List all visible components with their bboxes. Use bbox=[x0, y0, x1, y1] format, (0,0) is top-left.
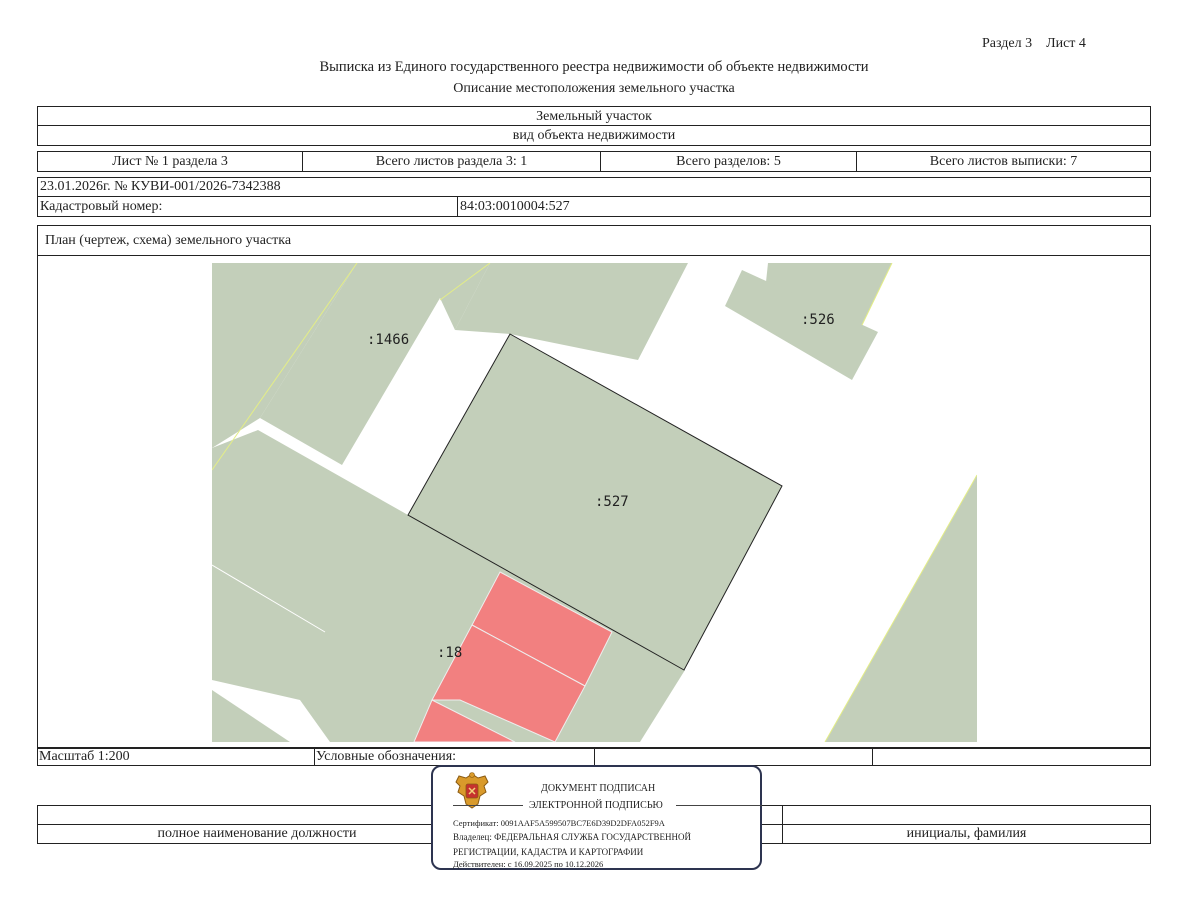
stamp-underline-right bbox=[676, 805, 762, 806]
stamp-owner: Владелец: ФЕДЕРАЛЬНАЯ СЛУЖБА ГОСУДАРСТВЕ… bbox=[453, 832, 692, 842]
stamp-owner-2: РЕГИСТРАЦИИ, КАДАСТРА И КАРТОГРАФИИ bbox=[453, 847, 644, 857]
label-1466: :1466 bbox=[367, 332, 410, 348]
legend-row: Масштаб 1:200 Условные обозначения: bbox=[37, 748, 1151, 766]
label-18: :18 bbox=[437, 645, 463, 661]
emblem-icon bbox=[455, 772, 489, 809]
stamp-line-2: ЭЛЕКТРОННОЙ ПОДПИСЬЮ bbox=[529, 800, 663, 811]
e-signature-stamp: ДОКУМЕНТ ПОДПИСАН ЭЛЕКТРОННОЙ ПОДПИСЬЮ С… bbox=[431, 765, 762, 870]
label-527: :527 bbox=[595, 494, 629, 510]
stamp-line-1: ДОКУМЕНТ ПОДПИСАН bbox=[541, 783, 656, 794]
legend-divider-2 bbox=[594, 749, 595, 765]
legend-divider-3 bbox=[872, 749, 873, 765]
stamp-certificate: Сертификат: 0091AAF5A599507BC7E6D39D2DFA… bbox=[453, 818, 665, 828]
parcel-top-center bbox=[455, 263, 688, 360]
legend-divider-1 bbox=[314, 749, 315, 765]
position-caption: полное наименование должности bbox=[157, 826, 357, 841]
scale: Масштаб 1:200 bbox=[39, 749, 130, 764]
name-caption: инициалы, фамилия bbox=[906, 826, 1027, 841]
stamp-valid: Действителен: с 16.09.2025 по 10.12.2026 bbox=[453, 859, 604, 869]
legend-label: Условные обозначения: bbox=[316, 749, 457, 764]
stamp-underline bbox=[453, 805, 523, 806]
label-526: :526 bbox=[801, 312, 835, 328]
parcel-bottom-left bbox=[212, 690, 290, 742]
